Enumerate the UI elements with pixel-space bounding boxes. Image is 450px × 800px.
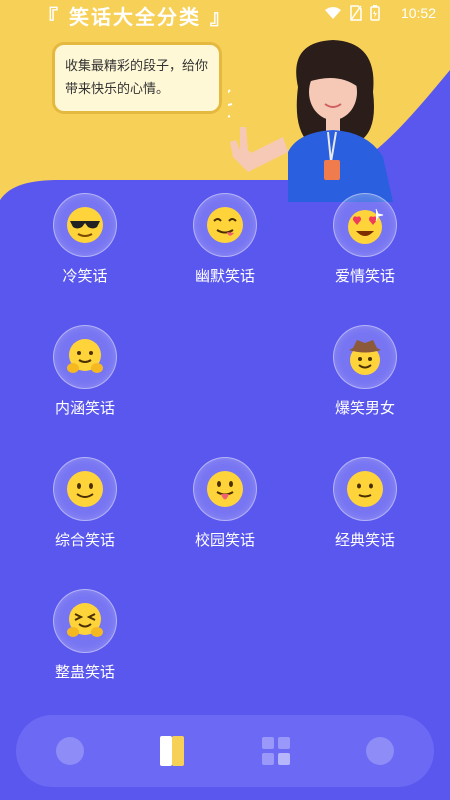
emoji-badge <box>53 325 117 389</box>
category-love-jokes[interactable]: 爱情笑话 <box>305 193 425 286</box>
category-label: 内涵笑话 <box>54 399 115 417</box>
wifi-icon <box>324 6 342 24</box>
wink-tongue-emoji-icon <box>207 207 243 243</box>
squint-hug-emoji-icon <box>67 603 103 637</box>
battery-icon <box>370 5 380 25</box>
emoji-badge <box>193 193 257 257</box>
category-humor-jokes[interactable]: 幽默笑话 <box>165 193 285 286</box>
category-label: 经典笑话 <box>334 531 395 549</box>
category-label: 校园笑话 <box>194 531 255 549</box>
bottom-nav-bar <box>16 715 434 787</box>
emoji-badge <box>333 457 397 521</box>
category-label: 冷笑话 <box>62 267 108 285</box>
profile-nav-icon <box>366 737 394 765</box>
emoji-badge <box>333 193 397 257</box>
emoji-badge <box>53 589 117 653</box>
girl-illustration <box>228 40 393 202</box>
hugging-emoji-icon <box>67 339 103 373</box>
grid-nav-icon <box>262 737 290 765</box>
category-label: 综合笑话 <box>54 531 115 549</box>
emoji-badge <box>333 325 397 389</box>
nav-category[interactable] <box>154 733 190 769</box>
category-general-jokes[interactable]: 综合笑话 <box>25 457 145 550</box>
status-time: 10:52 <box>400 5 436 21</box>
category-nav-icon <box>160 736 184 766</box>
category-prank-jokes[interactable]: 整蛊笑话 <box>25 589 145 682</box>
slight-smile-emoji-icon <box>347 471 383 507</box>
nav-profile[interactable] <box>362 733 398 769</box>
nav-home[interactable] <box>52 733 88 769</box>
smile-emoji-icon <box>67 471 103 507</box>
cowboy-emoji-icon <box>349 340 381 375</box>
category-label: 幽默笑话 <box>194 267 255 285</box>
emoji-badge <box>53 457 117 521</box>
emoji-badge <box>53 193 117 257</box>
sim-icon <box>350 5 362 25</box>
category-hilarious-men-women[interactable]: 爆笑男女 <box>305 325 425 418</box>
nav-grid[interactable] <box>258 733 294 769</box>
category-campus-jokes[interactable]: 校园笑话 <box>165 457 285 550</box>
page-title: 『 笑话大全分类 』 <box>38 5 232 29</box>
category-cold-jokes[interactable]: 冷笑话 <box>25 193 145 286</box>
emoji-badge <box>193 457 257 521</box>
category-classic-jokes[interactable]: 经典笑话 <box>305 457 425 550</box>
heart-eyes-emoji-icon <box>348 208 384 244</box>
category-label: 爱情笑话 <box>334 267 395 285</box>
home-nav-icon <box>56 737 84 765</box>
speech-bubble: 收集最精彩的段子，给你带来快乐的心情。 <box>52 42 222 114</box>
tongue-emoji-icon <box>207 471 243 507</box>
category-label: 爆笑男女 <box>334 399 395 417</box>
sunglasses-emoji-icon <box>67 207 103 243</box>
category-label: 整蛊笑话 <box>54 663 115 681</box>
category-implied-jokes[interactable]: 内涵笑话 <box>25 325 145 418</box>
